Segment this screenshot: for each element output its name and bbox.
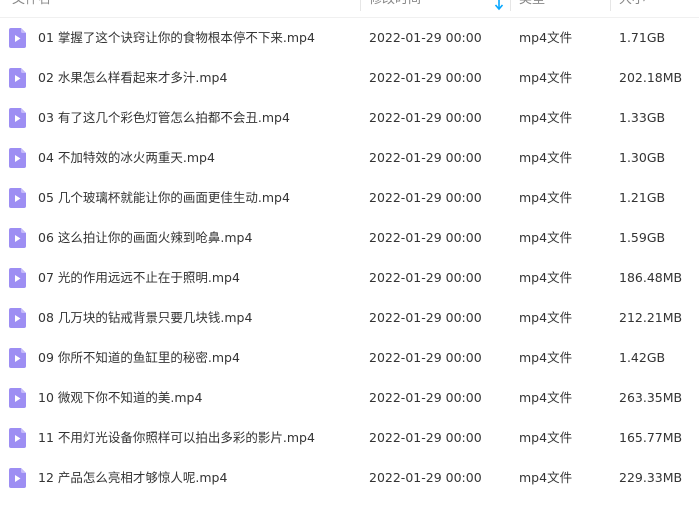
file-type: mp4文件 (519, 430, 573, 445)
video-file-icon (9, 228, 26, 248)
column-header-type[interactable]: 类型 (519, 0, 545, 17)
file-size: 1.30GB (619, 150, 666, 165)
file-name[interactable]: 01 掌握了这个诀窍让你的食物根本停不下来.mp4 (38, 18, 315, 58)
file-modified-time: 2022-01-29 00:00 (369, 150, 482, 165)
file-row[interactable]: 12 产品怎么亮相才够惊人呢.mp4 2022-01-29 00:00 mp4文… (0, 458, 699, 498)
file-size: 229.33MB (619, 470, 683, 485)
file-name[interactable]: 05 几个玻璃杯就能让你的画面更佳生动.mp4 (38, 178, 290, 218)
file-size: 1.42GB (619, 350, 666, 365)
file-type: mp4文件 (519, 110, 573, 125)
file-modified-time: 2022-01-29 00:00 (369, 270, 482, 285)
file-row[interactable]: 04 不加特效的冰火两重天.mp4 2022-01-29 00:00 mp4文件… (0, 138, 699, 178)
video-file-icon (9, 68, 26, 88)
file-type: mp4文件 (519, 30, 573, 45)
file-modified-time: 2022-01-29 00:00 (369, 70, 482, 85)
file-name[interactable]: 06 这么拍让你的画面火辣到呛鼻.mp4 (38, 218, 252, 258)
sort-descending-icon[interactable] (494, 0, 504, 11)
file-type: mp4文件 (519, 150, 573, 165)
file-size: 1.33GB (619, 110, 666, 125)
file-modified-time: 2022-01-29 00:00 (369, 110, 482, 125)
file-modified-time: 2022-01-29 00:00 (369, 310, 482, 325)
file-name[interactable]: 08 几万块的钻戒背景只要几块钱.mp4 (38, 298, 252, 338)
file-row[interactable]: 07 光的作用远远不止在于照明.mp4 2022-01-29 00:00 mp4… (0, 258, 699, 298)
file-modified-time: 2022-01-29 00:00 (369, 470, 482, 485)
file-type: mp4文件 (519, 350, 573, 365)
file-row[interactable]: 10 微观下你不知道的美.mp4 2022-01-29 00:00 mp4文件 … (0, 378, 699, 418)
file-type: mp4文件 (519, 390, 573, 405)
video-file-icon (9, 348, 26, 368)
file-row[interactable]: 03 有了这几个彩色灯管怎么拍都不会丑.mp4 2022-01-29 00:00… (0, 98, 699, 138)
file-size: 1.71GB (619, 30, 666, 45)
column-divider (610, 0, 611, 11)
file-type: mp4文件 (519, 190, 573, 205)
video-file-icon (9, 388, 26, 408)
file-row[interactable]: 01 掌握了这个诀窍让你的食物根本停不下来.mp4 2022-01-29 00:… (0, 18, 699, 58)
file-size: 212.21MB (619, 310, 683, 325)
file-name[interactable]: 02 水果怎么样看起来才多汁.mp4 (38, 58, 227, 98)
video-file-icon (9, 28, 26, 48)
file-size: 202.18MB (619, 70, 683, 85)
video-file-icon (9, 268, 26, 288)
file-row[interactable]: 09 你所不知道的鱼缸里的秘密.mp4 2022-01-29 00:00 mp4… (0, 338, 699, 378)
file-name[interactable]: 10 微观下你不知道的美.mp4 (38, 378, 202, 418)
file-size: 186.48MB (619, 270, 683, 285)
column-divider (360, 0, 361, 11)
file-name[interactable]: 11 不用灯光设备你照样可以拍出多彩的影片.mp4 (38, 418, 315, 458)
file-type: mp4文件 (519, 230, 573, 245)
column-divider (510, 0, 511, 11)
column-header-name[interactable]: 文件名 (12, 0, 51, 17)
file-row[interactable]: 02 水果怎么样看起来才多汁.mp4 2022-01-29 00:00 mp4文… (0, 58, 699, 98)
file-type: mp4文件 (519, 270, 573, 285)
file-row[interactable]: 08 几万块的钻戒背景只要几块钱.mp4 2022-01-29 00:00 mp… (0, 298, 699, 338)
file-modified-time: 2022-01-29 00:00 (369, 30, 482, 45)
column-header-size[interactable]: 大小 (619, 0, 645, 17)
file-name[interactable]: 04 不加特效的冰火两重天.mp4 (38, 138, 215, 178)
video-file-icon (9, 468, 26, 488)
file-list-header: 文件名 修改时间 类型 大小 (0, 0, 699, 18)
file-type: mp4文件 (519, 310, 573, 325)
file-size: 1.21GB (619, 190, 666, 205)
video-file-icon (9, 108, 26, 128)
file-modified-time: 2022-01-29 00:00 (369, 390, 482, 405)
file-modified-time: 2022-01-29 00:00 (369, 350, 482, 365)
file-modified-time: 2022-01-29 00:00 (369, 230, 482, 245)
file-modified-time: 2022-01-29 00:00 (369, 430, 482, 445)
file-type: mp4文件 (519, 470, 573, 485)
file-type: mp4文件 (519, 70, 573, 85)
file-row[interactable]: 11 不用灯光设备你照样可以拍出多彩的影片.mp4 2022-01-29 00:… (0, 418, 699, 458)
file-size: 263.35MB (619, 390, 683, 405)
video-file-icon (9, 188, 26, 208)
video-file-icon (9, 148, 26, 168)
file-name[interactable]: 03 有了这几个彩色灯管怎么拍都不会丑.mp4 (38, 98, 290, 138)
file-name[interactable]: 09 你所不知道的鱼缸里的秘密.mp4 (38, 338, 240, 378)
file-name[interactable]: 07 光的作用远远不止在于照明.mp4 (38, 258, 240, 298)
video-file-icon (9, 428, 26, 448)
file-row[interactable]: 05 几个玻璃杯就能让你的画面更佳生动.mp4 2022-01-29 00:00… (0, 178, 699, 218)
column-header-time[interactable]: 修改时间 (369, 0, 421, 17)
file-size: 1.59GB (619, 230, 666, 245)
file-modified-time: 2022-01-29 00:00 (369, 190, 482, 205)
file-size: 165.77MB (619, 430, 683, 445)
video-file-icon (9, 308, 26, 328)
file-name[interactable]: 12 产品怎么亮相才够惊人呢.mp4 (38, 458, 227, 498)
file-list: 01 掌握了这个诀窍让你的食物根本停不下来.mp4 2022-01-29 00:… (0, 18, 699, 498)
file-row[interactable]: 06 这么拍让你的画面火辣到呛鼻.mp4 2022-01-29 00:00 mp… (0, 218, 699, 258)
